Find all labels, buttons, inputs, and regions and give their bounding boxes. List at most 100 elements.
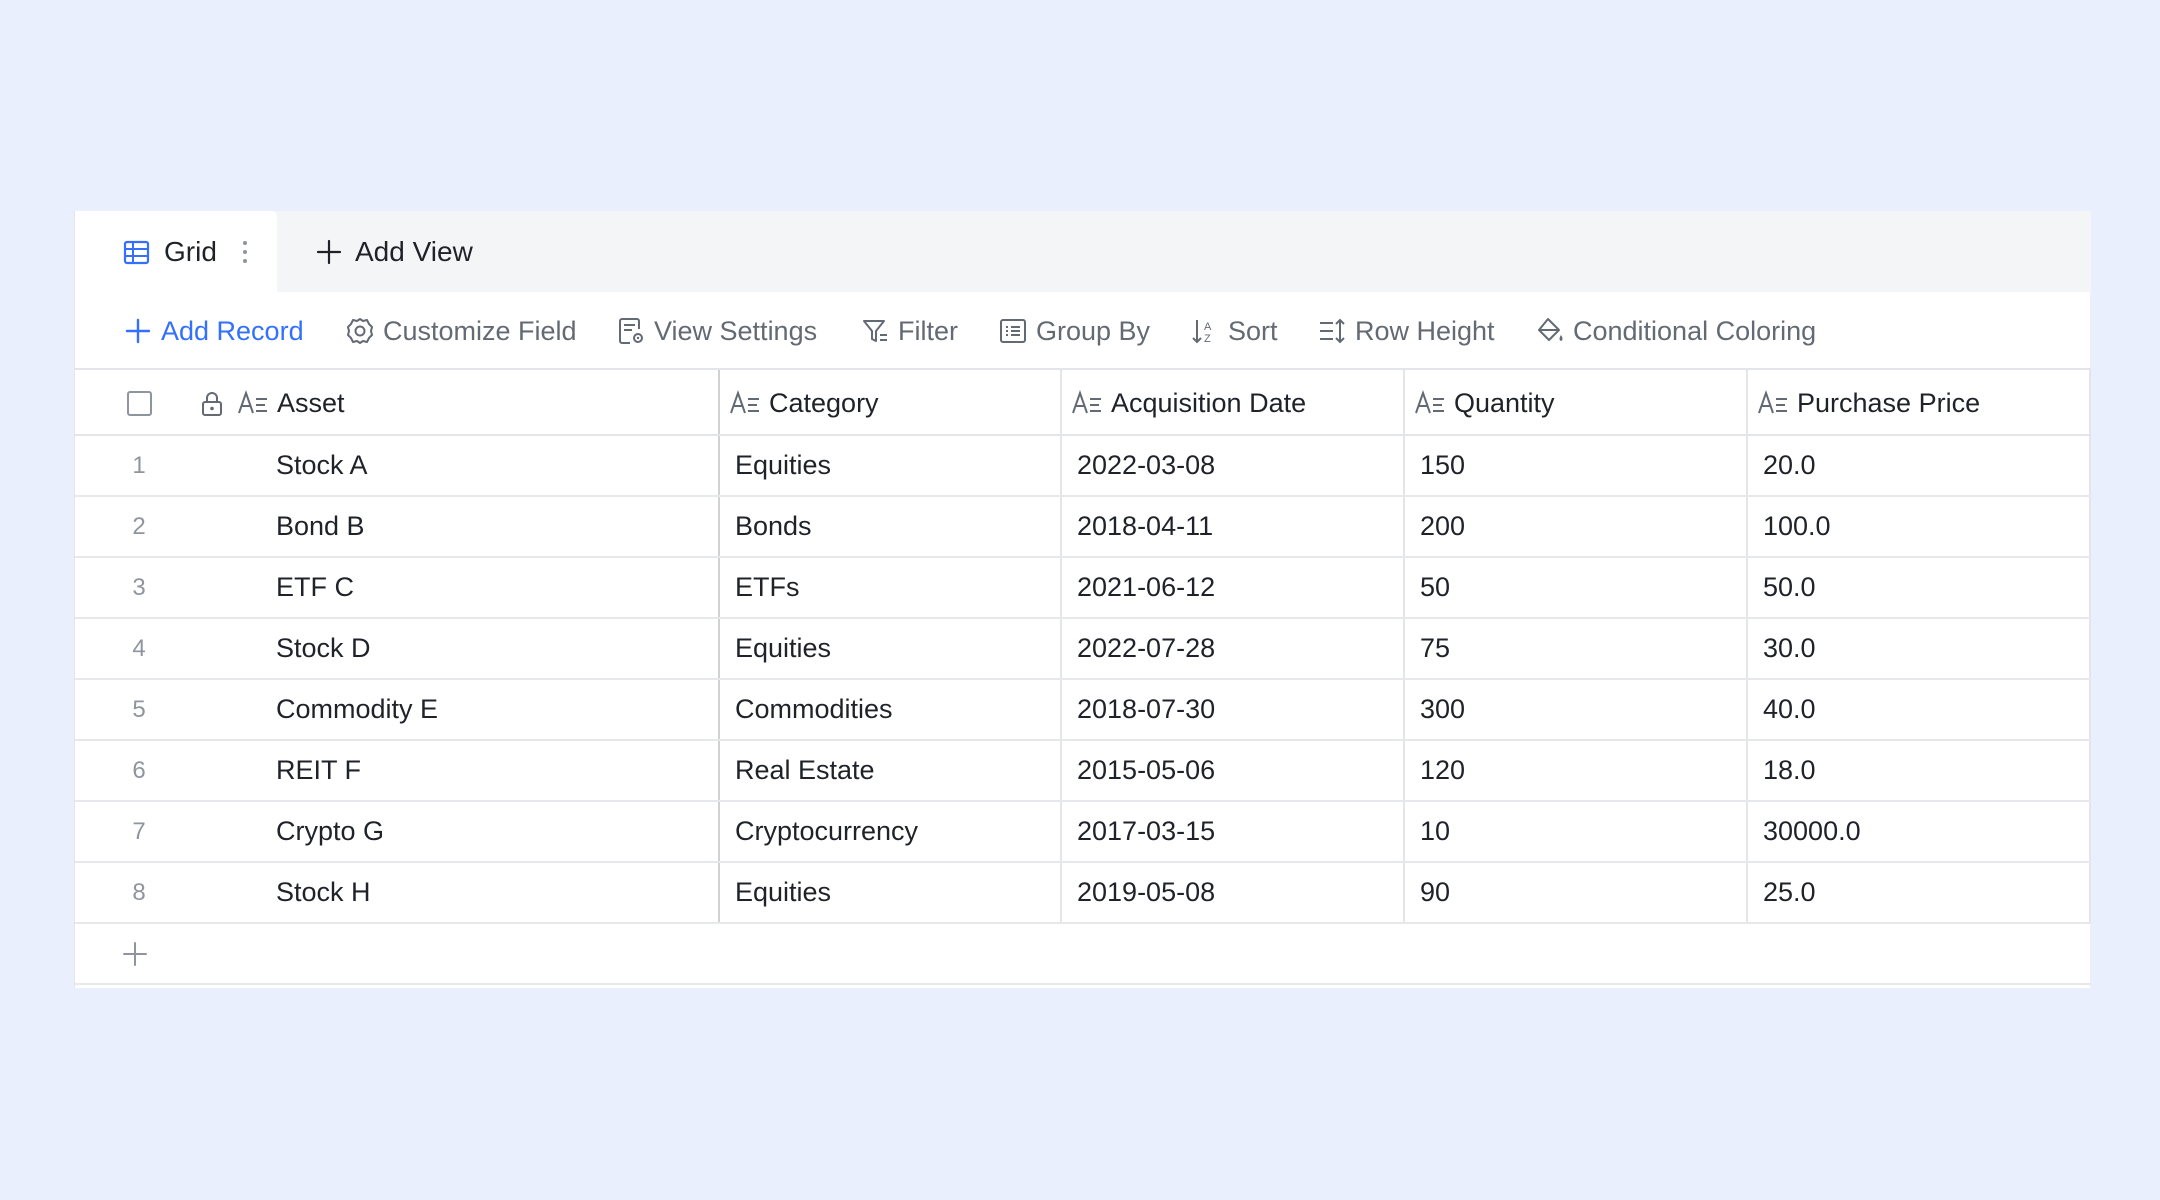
cell-asset[interactable]: Crypto G	[276, 802, 384, 861]
cell-acquisition-date[interactable]: 2018-07-30	[1077, 680, 1215, 739]
table-row[interactable]: 5 Commodity E Commodities 2018-07-30 300 40.0	[75, 680, 2091, 741]
table-row[interactable]: 7 Crypto G Cryptocurrency 2017-03-15 10 30000…	[75, 802, 2091, 863]
column-divider	[1746, 497, 1748, 556]
column-divider	[1403, 436, 1405, 495]
cell-acquisition-date[interactable]: 2015-05-06	[1077, 741, 1215, 800]
funnel-icon	[863, 320, 887, 342]
paint-bucket-icon	[1538, 318, 1563, 341]
column-divider	[1403, 741, 1405, 800]
conditional-coloring-button[interactable]: Conditional Coloring	[1535, 292, 1816, 370]
cell-asset[interactable]: Commodity E	[276, 680, 438, 739]
add-record-label: Add Record	[161, 315, 304, 346]
cell-asset[interactable]: REIT F	[276, 741, 361, 800]
customize-field-button[interactable]: Customize Field	[345, 292, 577, 370]
cell-category[interactable]: Cryptocurrency	[735, 802, 918, 861]
cell-asset[interactable]: Bond B	[276, 497, 365, 556]
group-by-button[interactable]: Group By	[998, 292, 1150, 370]
cell-acquisition-date[interactable]: 2019-05-08	[1077, 863, 1215, 922]
cell-purchase-price[interactable]: 30.0	[1763, 619, 1816, 678]
cell-asset[interactable]: Stock A	[276, 436, 368, 495]
cell-quantity[interactable]: 10	[1420, 802, 1450, 861]
column-header-category[interactable]: Category	[729, 370, 879, 436]
text-field-icon	[1072, 389, 1101, 414]
row-number: 1	[132, 451, 146, 479]
add-row-plus-icon[interactable]	[121, 940, 149, 968]
cell-category[interactable]: ETFs	[735, 558, 800, 617]
cell-category[interactable]: Bonds	[735, 497, 812, 556]
view-toolbar: Add Record Customize Field View Settings	[75, 292, 2091, 370]
column-header-quantity[interactable]: Quantity	[1414, 370, 1555, 436]
cell-asset[interactable]: ETF C	[276, 558, 354, 617]
column-divider	[1060, 497, 1062, 556]
column-divider	[718, 863, 720, 922]
plus-icon	[125, 318, 151, 344]
cell-category[interactable]: Equities	[735, 436, 831, 495]
svg-text:Z: Z	[1204, 333, 1211, 345]
cell-quantity[interactable]: 50	[1420, 558, 1450, 617]
table-row[interactable]: 6 REIT F Real Estate 2015-05-06 120 18.0	[75, 741, 2091, 802]
column-divider	[1403, 802, 1405, 861]
cell-category[interactable]: Equities	[735, 863, 831, 922]
column-header-label: Purchase Price	[1797, 387, 1981, 418]
add-record-button[interactable]: Add Record	[123, 292, 304, 370]
cell-quantity[interactable]: 90	[1420, 863, 1450, 922]
cell-acquisition-date[interactable]: 2017-03-15	[1077, 802, 1215, 861]
grid-table-icon	[123, 240, 150, 265]
vertical-dots-icon[interactable]	[238, 237, 252, 267]
column-header-label: Category	[769, 387, 879, 418]
column-divider	[718, 680, 720, 739]
row-number: 2	[132, 512, 146, 540]
cell-acquisition-date[interactable]: 2022-07-28	[1077, 619, 1215, 678]
column-divider	[1746, 619, 1748, 678]
cell-quantity[interactable]: 150	[1420, 436, 1465, 495]
cell-asset[interactable]: Stock D	[276, 619, 371, 678]
grid-header-row: Asset Category Acquisition Date Quantity…	[75, 370, 2091, 436]
cell-acquisition-date[interactable]: 2022-03-08	[1077, 436, 1215, 495]
cell-category[interactable]: Commodities	[735, 680, 893, 739]
table-row[interactable]: 1 Stock A Equities 2022-03-08 150 20.0	[75, 436, 2091, 497]
cell-category[interactable]: Real Estate	[735, 741, 875, 800]
tab-grid[interactable]: Grid	[75, 211, 277, 292]
cell-quantity[interactable]: 120	[1420, 741, 1465, 800]
column-divider	[2089, 741, 2091, 800]
table-row[interactable]: 3 ETF C ETFs 2021-06-12 50 50.0	[75, 558, 2091, 619]
plus-icon	[316, 239, 342, 264]
column-divider	[2089, 863, 2091, 922]
table-row[interactable]: 2 Bond B Bonds 2018-04-11 200 100.0	[75, 497, 2091, 558]
cell-purchase-price[interactable]: 18.0	[1763, 741, 1816, 800]
view-settings-button[interactable]: View Settings	[616, 292, 817, 370]
text-field-icon	[1758, 389, 1787, 414]
cell-purchase-price[interactable]: 20.0	[1763, 436, 1816, 495]
cell-asset[interactable]: Stock H	[276, 863, 371, 922]
cell-quantity[interactable]: 300	[1420, 680, 1465, 739]
select-all-checkbox[interactable]	[127, 391, 152, 416]
cell-purchase-price[interactable]: 25.0	[1763, 863, 1816, 922]
cell-purchase-price[interactable]: 40.0	[1763, 680, 1816, 739]
column-divider	[2089, 802, 2091, 861]
column-header-asset[interactable]: Asset	[237, 370, 345, 436]
cell-purchase-price[interactable]: 100.0	[1763, 497, 1831, 556]
column-header-acquisition-date[interactable]: Acquisition Date	[1071, 370, 1306, 436]
table-row[interactable]: 4 Stock D Equities 2022-07-28 75 30.0	[75, 619, 2091, 680]
list-box-icon	[1000, 319, 1026, 343]
column-divider	[1746, 741, 1748, 800]
cell-acquisition-date[interactable]: 2021-06-12	[1077, 558, 1215, 617]
row-number: 3	[132, 573, 146, 601]
row-height-button[interactable]: Row Height	[1317, 292, 1495, 370]
column-divider	[1060, 436, 1062, 495]
cell-purchase-price[interactable]: 50.0	[1763, 558, 1816, 617]
column-header-label: Acquisition Date	[1111, 387, 1307, 418]
view-tab-bar: Grid Add View	[75, 211, 2091, 292]
cell-acquisition-date[interactable]: 2018-04-11	[1077, 497, 1213, 556]
cell-category[interactable]: Equities	[735, 619, 831, 678]
column-header-purchase-price[interactable]: Purchase Price	[1757, 370, 1980, 436]
add-view-button[interactable]: Add View	[315, 211, 473, 292]
filter-button[interactable]: Filter	[860, 292, 958, 370]
column-divider	[2089, 436, 2091, 495]
grid-view-panel: Grid Add View Add Record Customize Field…	[74, 211, 2091, 988]
cell-quantity[interactable]: 200	[1420, 497, 1465, 556]
table-row[interactable]: 8 Stock H Equities 2019-05-08 90 25.0	[75, 863, 2091, 924]
sort-button[interactable]: A Z Sort	[1190, 292, 1278, 370]
cell-purchase-price[interactable]: 30000.0	[1763, 802, 1861, 861]
cell-quantity[interactable]: 75	[1420, 619, 1450, 678]
